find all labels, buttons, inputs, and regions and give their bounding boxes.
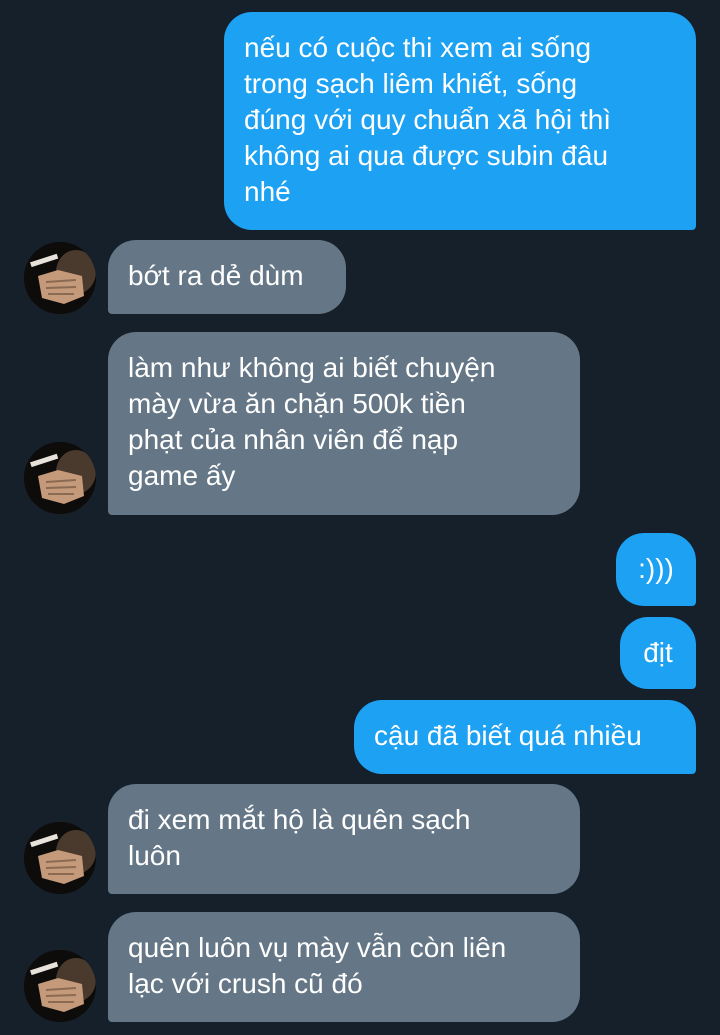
contact-avatar-icon[interactable] — [24, 950, 96, 1022]
message-sent[interactable]: :))) — [616, 533, 696, 606]
contact-avatar-icon[interactable] — [24, 822, 96, 894]
message-received[interactable]: quên luôn vụ mày vẫn còn liên lạc với cr… — [108, 912, 580, 1022]
contact-avatar-icon[interactable] — [24, 442, 96, 514]
contact-avatar-icon[interactable] — [24, 242, 96, 314]
message-sent[interactable]: địt — [620, 617, 696, 689]
message-received[interactable]: bớt ra dẻ dùm — [108, 240, 346, 314]
message-sent[interactable]: cậu đã biết quá nhiều — [354, 700, 696, 774]
message-sent[interactable]: nếu có cuộc thi xem ai sống trong sạch l… — [224, 12, 696, 230]
message-received[interactable]: làm như không ai biết chuyện mày vừa ăn … — [108, 332, 580, 515]
message-received[interactable]: đi xem mắt hộ là quên sạch luôn — [108, 784, 580, 894]
